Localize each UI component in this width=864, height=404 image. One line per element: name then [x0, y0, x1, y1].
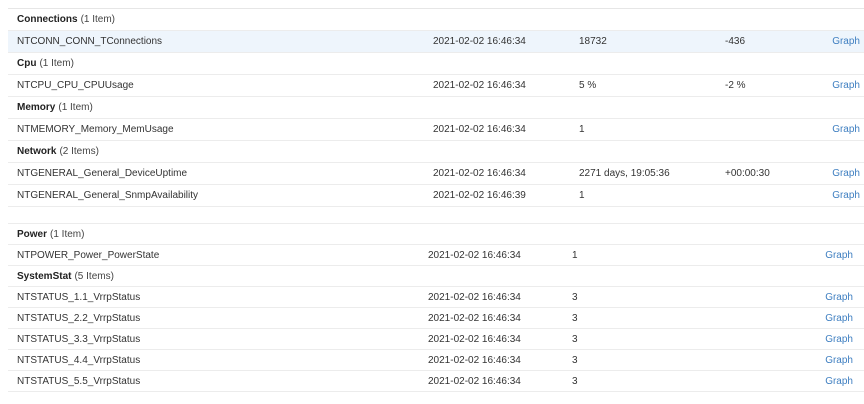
table-row: NTSTATUS_5.5_VrrpStatus 2021-02-02 16:46… — [8, 371, 864, 392]
metric-value: 5 % — [579, 80, 597, 91]
metric-name: NTSTATUS_1.1_VrrpStatus — [17, 291, 141, 303]
graph-link[interactable]: Graph — [818, 124, 860, 135]
metric-timestamp: 2021-02-02 16:46:34 — [433, 168, 526, 179]
table-row: NTGENERAL_General_DeviceUptime 2021-02-0… — [8, 163, 864, 185]
table-row: NTSTATUS_4.4_VrrpStatus 2021-02-02 16:46… — [8, 350, 864, 371]
metric-value: 1 — [579, 124, 585, 135]
graph-link[interactable]: Graph — [818, 190, 860, 201]
metric-name: NTCPU_CPU_CPUUsage — [17, 80, 134, 91]
group-header-systemstat: SystemStat (5 Items) — [8, 266, 864, 287]
metric-timestamp: 2021-02-02 16:46:34 — [428, 249, 521, 261]
metric-value: 2271 days, 19:05:36 — [579, 168, 670, 179]
spacer-row — [8, 207, 864, 224]
metric-value: 3 — [572, 291, 578, 303]
group-name: Memory — [17, 102, 56, 113]
metrics-table-top: Connections (1 Item) NTCONN_CONN_TConnec… — [8, 8, 864, 224]
group-header-network: Network (2 Items) — [8, 141, 864, 163]
group-header-connections: Connections (1 Item) — [8, 9, 864, 31]
metric-timestamp: 2021-02-02 16:46:34 — [433, 36, 526, 47]
graph-link[interactable]: Graph — [810, 376, 853, 387]
group-count: (5 Items) — [74, 270, 114, 282]
metric-value: 3 — [572, 375, 578, 387]
metric-name: NTGENERAL_General_DeviceUptime — [17, 168, 188, 179]
metric-value: 3 — [572, 354, 578, 366]
table-row: NTSTATUS_2.2_VrrpStatus 2021-02-02 16:46… — [8, 308, 864, 329]
metric-value: 1 — [579, 190, 585, 201]
group-count: (1 Item) — [50, 228, 85, 240]
metric-value: 18732 — [579, 36, 607, 47]
graph-link[interactable]: Graph — [810, 313, 853, 324]
metric-change: -2 % — [725, 80, 746, 91]
metric-value: 3 — [572, 333, 578, 345]
table-row: NTPOWER_Power_PowerState 2021-02-02 16:4… — [8, 245, 864, 266]
table-row: NTCONN_CONN_TConnections 2021-02-02 16:4… — [8, 31, 864, 53]
metric-name: NTGENERAL_General_SnmpAvailability — [17, 190, 199, 201]
group-count: (1 Item) — [58, 102, 93, 113]
metric-timestamp: 2021-02-02 16:46:34 — [428, 312, 521, 324]
group-name: Connections — [17, 14, 78, 25]
metric-name: NTPOWER_Power_PowerState — [17, 249, 160, 261]
metric-value: 1 — [572, 249, 578, 261]
group-header-cpu: Cpu (1 Item) — [8, 53, 864, 75]
group-header-power: Power (1 Item) — [8, 224, 864, 245]
metric-name: NTSTATUS_5.5_VrrpStatus — [17, 375, 141, 387]
group-count: (2 Items) — [59, 146, 99, 157]
table-row: NTGENERAL_General_SnmpAvailability 2021-… — [8, 185, 864, 207]
group-header-memory: Memory (1 Item) — [8, 97, 864, 119]
table-row: NTSTATUS_1.1_VrrpStatus 2021-02-02 16:46… — [8, 287, 864, 308]
group-count: (1 Item) — [39, 58, 74, 69]
metric-value: 3 — [572, 312, 578, 324]
metric-timestamp: 2021-02-02 16:46:34 — [428, 375, 521, 387]
metric-timestamp: 2021-02-02 16:46:39 — [433, 190, 526, 201]
metric-timestamp: 2021-02-02 16:46:34 — [428, 291, 521, 303]
metric-timestamp: 2021-02-02 16:46:34 — [428, 354, 521, 366]
graph-link[interactable]: Graph — [810, 292, 853, 303]
metric-timestamp: 2021-02-02 16:46:34 — [428, 333, 521, 345]
graph-link[interactable]: Graph — [810, 334, 853, 345]
graph-link[interactable]: Graph — [818, 80, 860, 91]
metric-name: NTMEMORY_Memory_MemUsage — [17, 124, 174, 135]
graph-link[interactable]: Graph — [810, 355, 853, 366]
metric-name: NTSTATUS_3.3_VrrpStatus — [17, 333, 141, 345]
metric-change: +00:00:30 — [725, 168, 770, 179]
metric-name: NTSTATUS_2.2_VrrpStatus — [17, 312, 141, 324]
metric-name: NTCONN_CONN_TConnections — [17, 36, 163, 47]
table-row: NTMEMORY_Memory_MemUsage 2021-02-02 16:4… — [8, 119, 864, 141]
graph-link[interactable]: Graph — [818, 168, 860, 179]
table-row: NTCPU_CPU_CPUUsage 2021-02-02 16:46:34 5… — [8, 75, 864, 97]
group-name: Power — [17, 228, 48, 240]
metric-change: -436 — [725, 36, 746, 47]
metric-timestamp: 2021-02-02 16:46:34 — [433, 80, 526, 91]
graph-link[interactable]: Graph — [810, 250, 853, 261]
group-name: SystemStat — [17, 270, 72, 282]
metric-timestamp: 2021-02-02 16:46:34 — [433, 124, 526, 135]
group-name: Network — [17, 146, 57, 157]
metrics-table-bottom: Power (1 Item) NTPOWER_Power_PowerState … — [8, 224, 864, 392]
graph-link[interactable]: Graph — [818, 36, 860, 47]
table-row: NTSTATUS_3.3_VrrpStatus 2021-02-02 16:46… — [8, 329, 864, 350]
metric-name: NTSTATUS_4.4_VrrpStatus — [17, 354, 141, 366]
group-count: (1 Item) — [80, 14, 116, 25]
group-name: Cpu — [17, 58, 37, 69]
